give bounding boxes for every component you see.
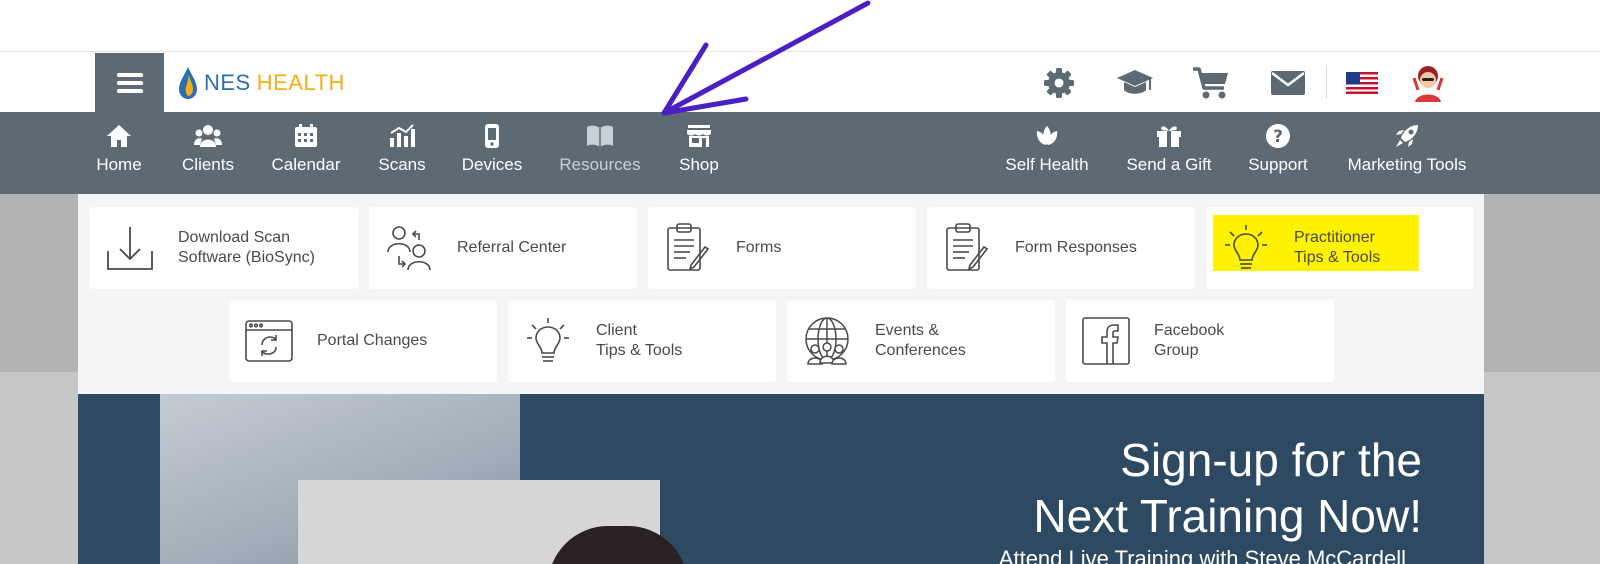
nav-resources[interactable]: Resources [559,122,641,186]
nav-marketing-tools[interactable]: Marketing Tools [1348,122,1466,186]
mail-button[interactable] [1268,64,1308,102]
nav-calendar-label: Calendar [271,155,341,174]
calendar-icon [295,124,317,147]
drop-logo-icon [179,67,197,99]
logo-text-nes: NES [204,70,251,95]
tile-download-scan-software[interactable]: Download Scan Software (BioSync) [90,207,358,289]
lightbulb-icon [527,318,569,362]
main-nav: Home Clients Calendar Scans Devices Reso… [0,112,1600,194]
avatar[interactable] [1408,64,1448,102]
tile-form-responses[interactable]: Form Responses [927,207,1195,289]
device-icon [485,124,499,148]
tile-forms[interactable]: Forms [648,207,916,289]
book-icon [587,125,613,147]
header: NES HEALTH [0,53,1600,112]
tile-client-tips-tools[interactable]: Client Tips & Tools [508,300,776,382]
cart-button[interactable] [1191,64,1231,102]
tile-referral-center[interactable]: Referral Center [369,207,637,289]
lightbulb-icon [1225,225,1267,269]
store-icon [687,125,711,147]
training-button[interactable] [1115,64,1155,102]
people-icon [387,226,431,271]
tile-label: Portal Changes [317,332,428,349]
nav-support-label: Support [1248,155,1308,174]
mail-icon [1271,71,1305,95]
nav-home[interactable]: Home [96,122,142,186]
nav-devices[interactable]: Devices [462,122,522,186]
gift-icon [1157,126,1181,147]
nav-clients-label: Clients [182,155,234,174]
menu-button[interactable] [95,53,164,112]
menu-icon [116,72,143,93]
nav-devices-label: Devices [461,155,523,174]
graduation-cap-icon [1117,70,1153,94]
top-strip [0,0,1600,52]
clients-icon [194,125,222,147]
clipboard-icon [667,223,710,271]
nav-home-label: Home [96,155,142,174]
nav-clients[interactable]: Clients [180,122,236,186]
nav-resources-label: Resources [559,155,641,174]
tile-facebook-group[interactable]: Facebook Group [1066,300,1334,382]
tile-label: Events & Conferences [875,322,966,359]
logo-text-health: HEALTH [256,70,345,95]
avatar-image [1412,66,1444,102]
lotus-icon [1036,126,1058,145]
banner-title-line2: Next Training Now! [1033,490,1422,542]
rocket-icon [1396,125,1418,147]
nav-send-gift-label: Send a Gift [1126,155,1212,174]
nav-support[interactable]: ? Support [1247,122,1309,186]
banner-title-line1: Sign-up for the [1120,434,1422,486]
scans-icon [390,124,415,147]
us-flag-icon [1346,72,1378,94]
download-icon [107,227,153,270]
language-button[interactable] [1342,64,1382,102]
tile-label: Form Responses [1015,239,1137,256]
nav-scans-label: Scans [378,155,426,174]
nav-calendar[interactable]: Calendar [270,122,342,186]
settings-icon [1044,68,1074,98]
nav-send-gift[interactable]: Send a Gift [1126,122,1212,186]
cart-icon [1193,67,1228,99]
nav-shop-label: Shop [679,155,719,174]
resources-dropdown: Download Scan Software (BioSync) Referra… [78,194,1484,394]
tile-label: Facebook Group [1154,322,1225,359]
tile-label: Forms [736,239,782,256]
banner-title: Sign-up for the Next Training Now! [1033,432,1422,544]
browser-refresh-icon [245,320,293,362]
facebook-icon [1082,317,1130,365]
globe-people-icon [805,317,849,365]
nav-scans[interactable]: Scans [378,122,426,186]
tile-events-conferences[interactable]: Events & Conferences [787,300,1055,382]
home-icon [107,125,131,147]
nav-shop[interactable]: Shop [676,122,722,186]
settings-button[interactable] [1039,64,1079,102]
tile-portal-changes[interactable]: Portal Changes [229,300,497,382]
logo[interactable]: NES HEALTH [178,65,345,101]
clipboard-icon [946,223,989,271]
banner-subtitle: Attend Live Training with Steve McCardel… [998,546,1406,564]
nav-marketing-tools-label: Marketing Tools [1347,155,1467,174]
help-icon: ? [1266,124,1290,148]
tile-label: Practitioner Tips & Tools [1294,229,1381,266]
nav-self-health[interactable]: Self Health [1005,122,1089,186]
tile-label: Download Scan Software (BioSync) [178,229,315,266]
page: NES HEALTH Home Clients Calendar Scans D… [0,0,1600,564]
tile-label: Referral Center [457,239,567,256]
training-banner[interactable]: Sign-up for the Next Training Now! Atten… [78,394,1484,564]
tile-label: Client Tips & Tools [596,322,683,359]
nav-self-health-label: Self Health [1005,155,1089,174]
svg-text:?: ? [1273,127,1283,147]
header-divider [1326,65,1327,99]
